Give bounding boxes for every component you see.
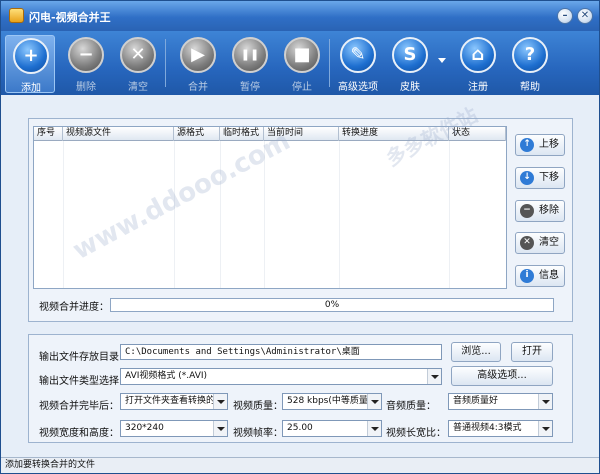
app-window: 闪电-视频合并王 – ✕ + 添加 − 删除 ✕ 清空 ▶ 合并 ❚❚ 暂停 ■ 停止 ✎ 高级选项 S 皮肤… xyxy=(0,0,600,474)
side-button-arrow-up[interactable]: ↑ 上移 xyxy=(515,134,565,156)
toolbar-button-plus[interactable]: + 添加 xyxy=(5,35,55,94)
frame-rate-select[interactable]: 25.00 xyxy=(282,420,382,437)
video-size-select[interactable]: 320*240 xyxy=(120,420,228,437)
merge-progress-bar: 0% xyxy=(110,298,554,312)
tools-icon: ✎ xyxy=(340,37,376,73)
advanced-options-button[interactable]: 高级选项... xyxy=(451,366,553,386)
side-button-info[interactable]: i 信息 xyxy=(515,265,565,287)
toolbar-button-pause[interactable]: ❚❚ 暂停 xyxy=(225,35,275,93)
status-bar: 添加要转换合并的文件 xyxy=(1,457,599,473)
side-button-label: 信息 xyxy=(539,270,559,281)
side-button-remove[interactable]: − 移除 xyxy=(515,200,565,222)
output-type-label: 输出文件类型选择： xyxy=(39,376,129,387)
minus-icon: − xyxy=(68,37,104,73)
toolbar: + 添加 − 删除 ✕ 清空 ▶ 合并 ❚❚ 暂停 ■ 停止 ✎ 高级选项 S 皮肤 ⌂ 注册? 帮助 xyxy=(1,31,599,95)
plus-icon: + xyxy=(13,38,49,74)
toolbar-button-help[interactable]: ? 帮助 xyxy=(505,35,555,93)
remove-icon: − xyxy=(520,204,534,218)
toolbar-button-home[interactable]: ⌂ 注册 xyxy=(453,35,503,93)
video-size-label: 视频宽度和高度： xyxy=(39,428,119,439)
aspect-ratio-value: 普通视频4:3模式 xyxy=(453,423,522,433)
video-size-value: 320*240 xyxy=(125,423,164,433)
toolbar-button-label: 暂停 xyxy=(240,82,260,93)
app-logo-icon xyxy=(9,8,24,23)
output-dir-field[interactable]: C:\Documents and Settings\Administrator\… xyxy=(120,344,442,360)
video-quality-label: 视频质量： xyxy=(233,401,283,412)
window-title: 闪电-视频合并王 xyxy=(29,11,111,24)
audio-quality-label: 音频质量： xyxy=(386,401,436,412)
audio-quality-value: 音频质量好 xyxy=(453,396,499,406)
toolbar-button-label: 合并 xyxy=(188,82,208,93)
aspect-ratio-label: 视频长宽比： xyxy=(386,428,446,439)
toolbar-button-stop[interactable]: ■ 停止 xyxy=(277,35,327,93)
toolbar-button-label: 清空 xyxy=(128,82,148,93)
toolbar-button-label: 添加 xyxy=(21,83,41,94)
stop-icon: ■ xyxy=(284,37,320,73)
after-merge-select[interactable]: 打开文件夹查看转换的 xyxy=(120,393,228,410)
column-header-source[interactable]: 视频源文件 xyxy=(63,127,174,141)
side-button-label: 移除 xyxy=(539,205,559,216)
chevron-down-icon[interactable] xyxy=(213,421,227,436)
chevron-down-icon[interactable] xyxy=(367,421,381,436)
arrow-up-icon: ↑ xyxy=(520,138,534,152)
help-icon: ? xyxy=(512,37,548,73)
chevron-down-icon[interactable] xyxy=(538,421,552,436)
toolbar-button-label: 停止 xyxy=(292,82,312,93)
output-type-value: AVI视频格式 (*.AVI) xyxy=(125,371,208,381)
play-icon: ▶ xyxy=(180,37,216,73)
frame-rate-label: 视频帧率： xyxy=(233,428,283,439)
minimize-icon[interactable]: – xyxy=(557,8,573,24)
output-dir-label: 输出文件存放目录： xyxy=(39,352,129,363)
skin-dropdown-arrow-icon[interactable] xyxy=(438,58,446,63)
after-merge-label: 视频合并完毕后： xyxy=(39,401,119,412)
side-button-arrow-down[interactable]: ↓ 下移 xyxy=(515,167,565,189)
toolbar-button-skin[interactable]: S 皮肤 xyxy=(385,35,435,93)
skin-icon: S xyxy=(392,37,428,73)
clear-icon: ✕ xyxy=(520,236,534,250)
chevron-down-icon[interactable] xyxy=(213,394,227,409)
chevron-down-icon[interactable] xyxy=(367,394,381,409)
frame-rate-value: 25.00 xyxy=(287,423,313,433)
toolbar-separator xyxy=(329,39,330,87)
arrow-down-icon: ↓ xyxy=(520,171,534,185)
toolbar-button-minus[interactable]: − 删除 xyxy=(61,35,111,93)
status-text: 添加要转换合并的文件 xyxy=(5,460,96,470)
side-button-label: 上移 xyxy=(539,139,559,150)
after-merge-value: 打开文件夹查看转换的 xyxy=(125,396,216,406)
toolbar-button-label: 高级选项 xyxy=(338,82,378,93)
info-icon: i xyxy=(520,269,534,283)
toolbar-button-play[interactable]: ▶ 合并 xyxy=(173,35,223,93)
toolbar-button-tools[interactable]: ✎ 高级选项 xyxy=(333,35,383,93)
browse-button[interactable]: 浏览... xyxy=(451,342,501,362)
video-quality-value: 528 kbps(中等质量) xyxy=(287,396,372,406)
column-header-source-format[interactable]: 源格式 xyxy=(174,127,220,141)
video-quality-select[interactable]: 528 kbps(中等质量) xyxy=(282,393,382,410)
x-icon: ✕ xyxy=(120,37,156,73)
toolbar-button-label: 皮肤 xyxy=(400,82,420,93)
column-header-index[interactable]: 序号 xyxy=(34,127,63,141)
progress-label: 视频合并进度： xyxy=(39,302,109,313)
chevron-down-icon[interactable] xyxy=(538,394,552,409)
toolbar-button-x[interactable]: ✕ 清空 xyxy=(113,35,163,93)
home-icon: ⌂ xyxy=(460,37,496,73)
side-button-label: 下移 xyxy=(539,172,559,183)
pause-icon: ❚❚ xyxy=(232,37,268,73)
toolbar-separator xyxy=(165,39,166,87)
progress-percent: 0% xyxy=(324,300,340,310)
close-icon[interactable]: ✕ xyxy=(577,8,593,24)
audio-quality-select[interactable]: 音频质量好 xyxy=(448,393,553,410)
toolbar-button-label: 帮助 xyxy=(520,82,540,93)
output-type-select[interactable]: AVI视频格式 (*.AVI) xyxy=(120,368,442,385)
side-button-clear[interactable]: ✕ 清空 xyxy=(515,232,565,254)
toolbar-button-label: 删除 xyxy=(76,82,96,93)
side-button-label: 清空 xyxy=(539,237,559,248)
toolbar-button-label: 注册 xyxy=(468,82,488,93)
chevron-down-icon[interactable] xyxy=(427,369,441,384)
aspect-ratio-select[interactable]: 普通视频4:3模式 xyxy=(448,420,553,437)
title-bar[interactable]: 闪电-视频合并王 – ✕ xyxy=(1,1,599,31)
open-folder-button[interactable]: 打开 xyxy=(511,342,553,362)
